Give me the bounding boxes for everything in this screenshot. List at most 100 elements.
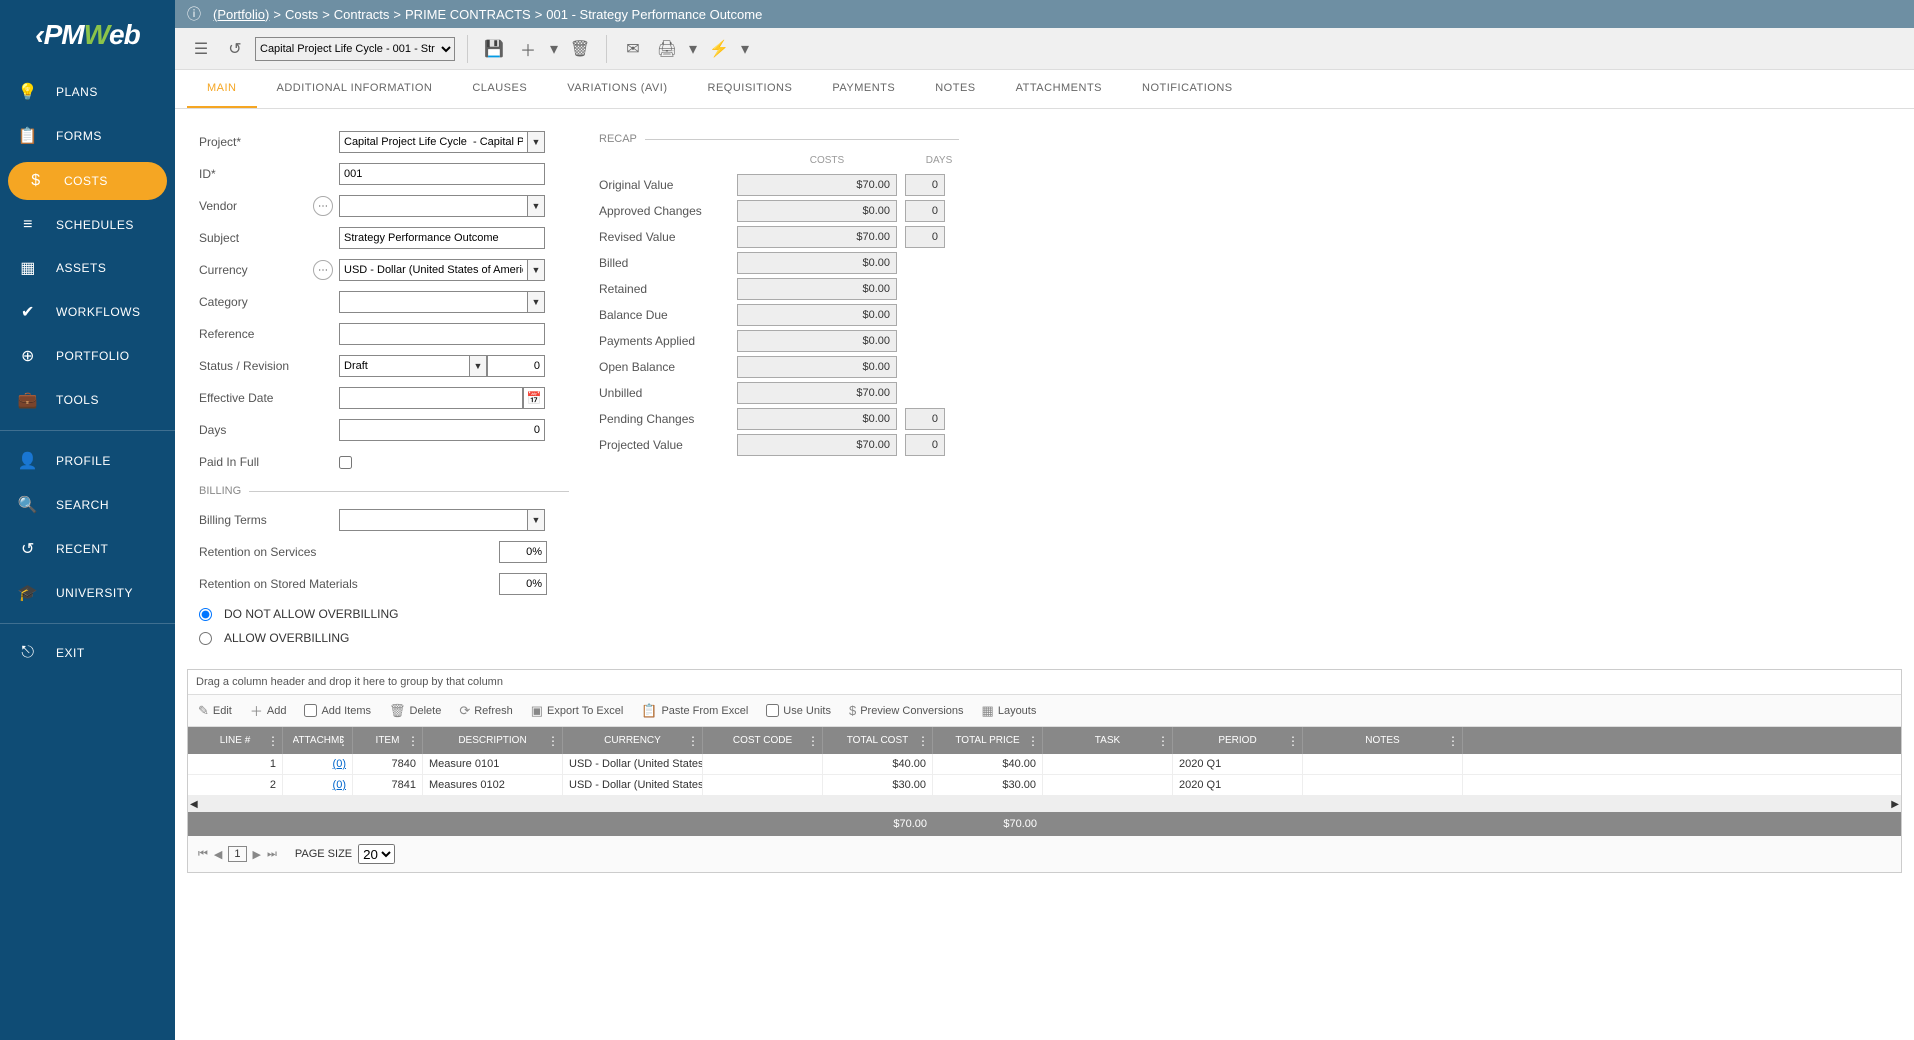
col-notes[interactable]: NOTES⋮ <box>1303 727 1463 754</box>
project-dropdown-icon[interactable]: ▼ <box>527 131 545 153</box>
bolt-icon[interactable]: ⚡ <box>705 35 733 63</box>
tab-requisitions[interactable]: REQUISITIONS <box>688 70 813 108</box>
recap-days: 0 <box>905 408 945 430</box>
tab-notes[interactable]: NOTES <box>915 70 995 108</box>
nav-exit[interactable]: ⎋EXIT <box>0 632 175 674</box>
nav-search[interactable]: 🔍SEARCH <box>0 483 175 527</box>
col-currency[interactable]: CURRENCY⋮ <box>563 727 703 754</box>
grid-refresh[interactable]: ⟳Refresh <box>459 703 512 719</box>
add-dropdown-icon[interactable]: ▾ <box>548 35 560 63</box>
col-costcode[interactable]: COST CODE⋮ <box>703 727 823 754</box>
grid-edit[interactable]: ✎Edit <box>198 703 232 719</box>
pager-next-icon[interactable]: ▶ <box>253 848 261 861</box>
nav-tools[interactable]: 💼TOOLS <box>0 378 175 422</box>
col-task[interactable]: TASK⋮ <box>1043 727 1173 754</box>
recap-label: Unbilled <box>599 386 729 400</box>
nav-workflows[interactable]: ✔WORKFLOWS <box>0 290 175 334</box>
tab-main[interactable]: MAIN <box>187 70 257 108</box>
recap-label: Open Balance <box>599 360 729 374</box>
col-attachments[interactable]: ATTACHMENTS⋮ <box>283 727 353 754</box>
grid-add[interactable]: ＋Add <box>250 701 287 720</box>
nav-recent[interactable]: ↺RECENT <box>0 527 175 571</box>
grid-preview[interactable]: $Preview Conversions <box>849 703 964 718</box>
category-field[interactable] <box>339 291 527 313</box>
nav-assets[interactable]: ▦ASSETS <box>0 246 175 290</box>
currency-field[interactable] <box>339 259 527 281</box>
pager-size-select[interactable]: 20 <box>358 844 395 864</box>
currency-lookup-icon[interactable]: ⋯ <box>313 260 333 280</box>
nav-costs[interactable]: $COSTS <box>8 162 167 200</box>
tab-notifications[interactable]: NOTIFICATIONS <box>1122 70 1253 108</box>
vendor-dropdown-icon[interactable]: ▼ <box>527 195 545 217</box>
attachments-link[interactable]: (0) <box>283 754 353 774</box>
reference-field[interactable] <box>339 323 545 345</box>
dollar-circle-icon: $ <box>849 703 856 718</box>
col-period[interactable]: PERIOD⋮ <box>1173 727 1303 754</box>
tab-additional[interactable]: ADDITIONAL INFORMATION <box>257 70 453 108</box>
col-item[interactable]: ITEM⋮ <box>353 727 423 754</box>
delete-icon[interactable]: 🗑 <box>566 35 594 63</box>
category-dropdown-icon[interactable]: ▼ <box>527 291 545 313</box>
nav-forms[interactable]: 📋FORMS <box>0 114 175 158</box>
billterms-dropdown-icon[interactable]: ▼ <box>527 509 545 531</box>
crumb-portfolio[interactable]: (Portfolio) <box>213 7 269 22</box>
nav-portfolio[interactable]: ⊕PORTFOLIO <box>0 334 175 378</box>
allowover-radio[interactable] <box>199 632 212 645</box>
nav-profile[interactable]: 👤PROFILE <box>0 439 175 483</box>
save-icon[interactable]: 💾 <box>480 35 508 63</box>
history-icon[interactable]: ↺ <box>221 35 249 63</box>
mail-icon[interactable]: ✉ <box>619 35 647 63</box>
nav-label: FORMS <box>56 129 102 143</box>
grid-hscroll[interactable]: ◀▶ <box>188 796 1901 812</box>
attachments-link[interactable]: (0) <box>283 775 353 795</box>
table-row[interactable]: 2 (0) 7841 Measures 0102 USD - Dollar (U… <box>188 775 1901 796</box>
tab-payments[interactable]: PAYMENTS <box>812 70 915 108</box>
nav-schedules[interactable]: ≡SCHEDULES <box>0 204 175 246</box>
status-field[interactable] <box>339 355 469 377</box>
print-dropdown-icon[interactable]: ▾ <box>687 35 699 63</box>
col-description[interactable]: DESCRIPTION⋮ <box>423 727 563 754</box>
effdate-field[interactable] <box>339 387 523 409</box>
tab-attachments[interactable]: ATTACHMENTS <box>996 70 1122 108</box>
id-field[interactable] <box>339 163 545 185</box>
retserv-field[interactable] <box>499 541 547 563</box>
vendor-field[interactable] <box>339 195 527 217</box>
grid-paste[interactable]: 📋Paste From Excel <box>641 703 748 719</box>
revision-field[interactable] <box>487 355 545 377</box>
status-dropdown-icon[interactable]: ▼ <box>469 355 487 377</box>
retmat-field[interactable] <box>499 573 547 595</box>
info-icon[interactable]: ⓘ <box>187 4 201 24</box>
noover-radio[interactable] <box>199 608 212 621</box>
nav-university[interactable]: 🎓UNIVERSITY <box>0 571 175 615</box>
calendar-icon[interactable]: 📅 <box>523 387 545 409</box>
project-selector[interactable]: Capital Project Life Cycle - 001 - Str <box>255 37 455 61</box>
col-totalcost[interactable]: TOTAL COST⋮ <box>823 727 933 754</box>
grid-excel[interactable]: ▣Export To Excel <box>531 703 624 719</box>
subject-field[interactable] <box>339 227 545 249</box>
tab-variations[interactable]: VARIATIONS (AVI) <box>547 70 687 108</box>
grid-additems[interactable]: Add Items <box>304 704 371 717</box>
col-totalprice[interactable]: TOTAL PRICE⋮ <box>933 727 1043 754</box>
paidfull-checkbox[interactable] <box>339 456 352 469</box>
pager-prev-icon[interactable]: ◀ <box>214 848 222 861</box>
add-icon[interactable]: ＋ <box>514 35 542 63</box>
nav-plans[interactable]: 💡PLANS <box>0 70 175 114</box>
billterms-field[interactable] <box>339 509 527 531</box>
table-row[interactable]: 1 (0) 7840 Measure 0101 USD - Dollar (Un… <box>188 754 1901 775</box>
nav-label: SCHEDULES <box>56 218 134 232</box>
currency-dropdown-icon[interactable]: ▼ <box>527 259 545 281</box>
grid-layouts[interactable]: ▦Layouts <box>982 703 1037 719</box>
pager-first-icon[interactable]: ⏮ <box>198 848 208 861</box>
grid-delete[interactable]: 🗑Delete <box>389 703 441 719</box>
col-line[interactable]: LINE #⋮ <box>188 727 283 754</box>
vendor-lookup-icon[interactable]: ⋯ <box>313 196 333 216</box>
pager-last-icon[interactable]: ⏭ <box>267 848 277 861</box>
grid-group-hint[interactable]: Drag a column header and drop it here to… <box>188 670 1901 695</box>
list-icon[interactable]: ☰ <box>187 35 215 63</box>
project-field[interactable] <box>339 131 527 153</box>
tab-clauses[interactable]: CLAUSES <box>452 70 547 108</box>
grid-units[interactable]: Use Units <box>766 704 831 717</box>
days-field[interactable] <box>339 419 545 441</box>
print-icon[interactable]: 🖨 <box>653 35 681 63</box>
bolt-dropdown-icon[interactable]: ▾ <box>739 35 751 63</box>
